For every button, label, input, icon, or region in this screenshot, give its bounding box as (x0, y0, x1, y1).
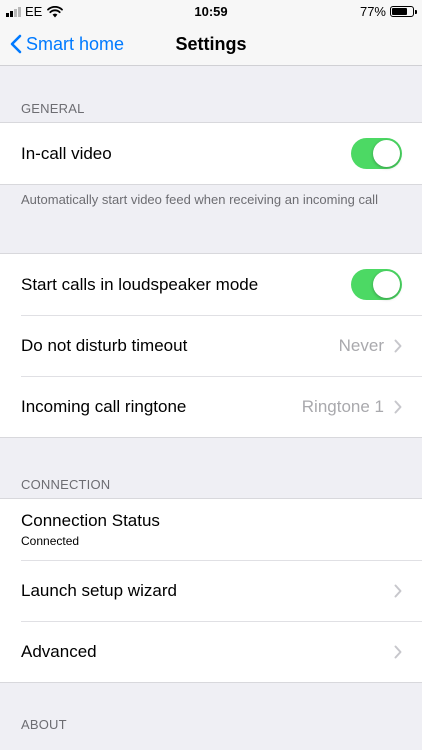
in-call-video-label: In-call video (21, 143, 112, 163)
in-call-video-footnote: Automatically start video feed when rece… (21, 192, 378, 207)
connection-status-label: Connection Status (21, 511, 160, 530)
loudspeaker-label: Start calls in loudspeaker mode (21, 274, 259, 294)
row-ringtone[interactable]: Incoming call ringtone Ringtone 1 (0, 376, 422, 437)
chevron-right-icon (394, 400, 402, 414)
connection-status-value: Connected (21, 534, 80, 548)
toggle-knob (373, 271, 400, 298)
row-dnd-timeout[interactable]: Do not disturb timeout Never (0, 315, 422, 376)
ringtone-value: Ringtone 1 (301, 396, 384, 416)
row-connection-status: Connection Status Connected (0, 499, 422, 560)
chevron-right-icon (394, 584, 402, 598)
navigation-bar: Smart home Settings (0, 22, 422, 66)
chevron-right-icon (394, 645, 402, 659)
advanced-label: Advanced (21, 641, 97, 661)
dnd-timeout-label: Do not disturb timeout (21, 335, 188, 355)
battery-icon (390, 6, 417, 17)
group-calls: Start calls in loudspeaker mode Do not d… (0, 253, 422, 438)
page-title: Settings (175, 34, 247, 54)
group-general: In-call video (0, 122, 422, 185)
section-header-general: GENERAL (21, 101, 85, 116)
in-call-video-toggle[interactable] (351, 138, 402, 169)
chevron-right-icon (394, 339, 402, 353)
ringtone-label: Incoming call ringtone (21, 396, 187, 416)
setup-wizard-label: Launch setup wizard (21, 580, 177, 600)
section-header-about: ABOUT (21, 717, 67, 732)
loudspeaker-toggle[interactable] (351, 269, 402, 300)
row-loudspeaker: Start calls in loudspeaker mode (0, 254, 422, 315)
section-header-connection: CONNECTION (21, 477, 111, 492)
row-advanced[interactable]: Advanced (0, 621, 422, 682)
dnd-timeout-value: Never (338, 335, 384, 355)
status-time: 10:59 (194, 4, 228, 19)
status-right: 77% (359, 4, 417, 19)
battery-percent: 77% (359, 4, 386, 19)
toggle-knob (373, 140, 400, 167)
status-bar: EE 10:59 77% (0, 0, 422, 22)
row-setup-wizard[interactable]: Launch setup wizard (0, 560, 422, 621)
battery-fill (392, 8, 408, 15)
group-connection: Connection Status Connected Launch setup… (0, 498, 422, 683)
row-in-call-video: In-call video (0, 123, 422, 184)
